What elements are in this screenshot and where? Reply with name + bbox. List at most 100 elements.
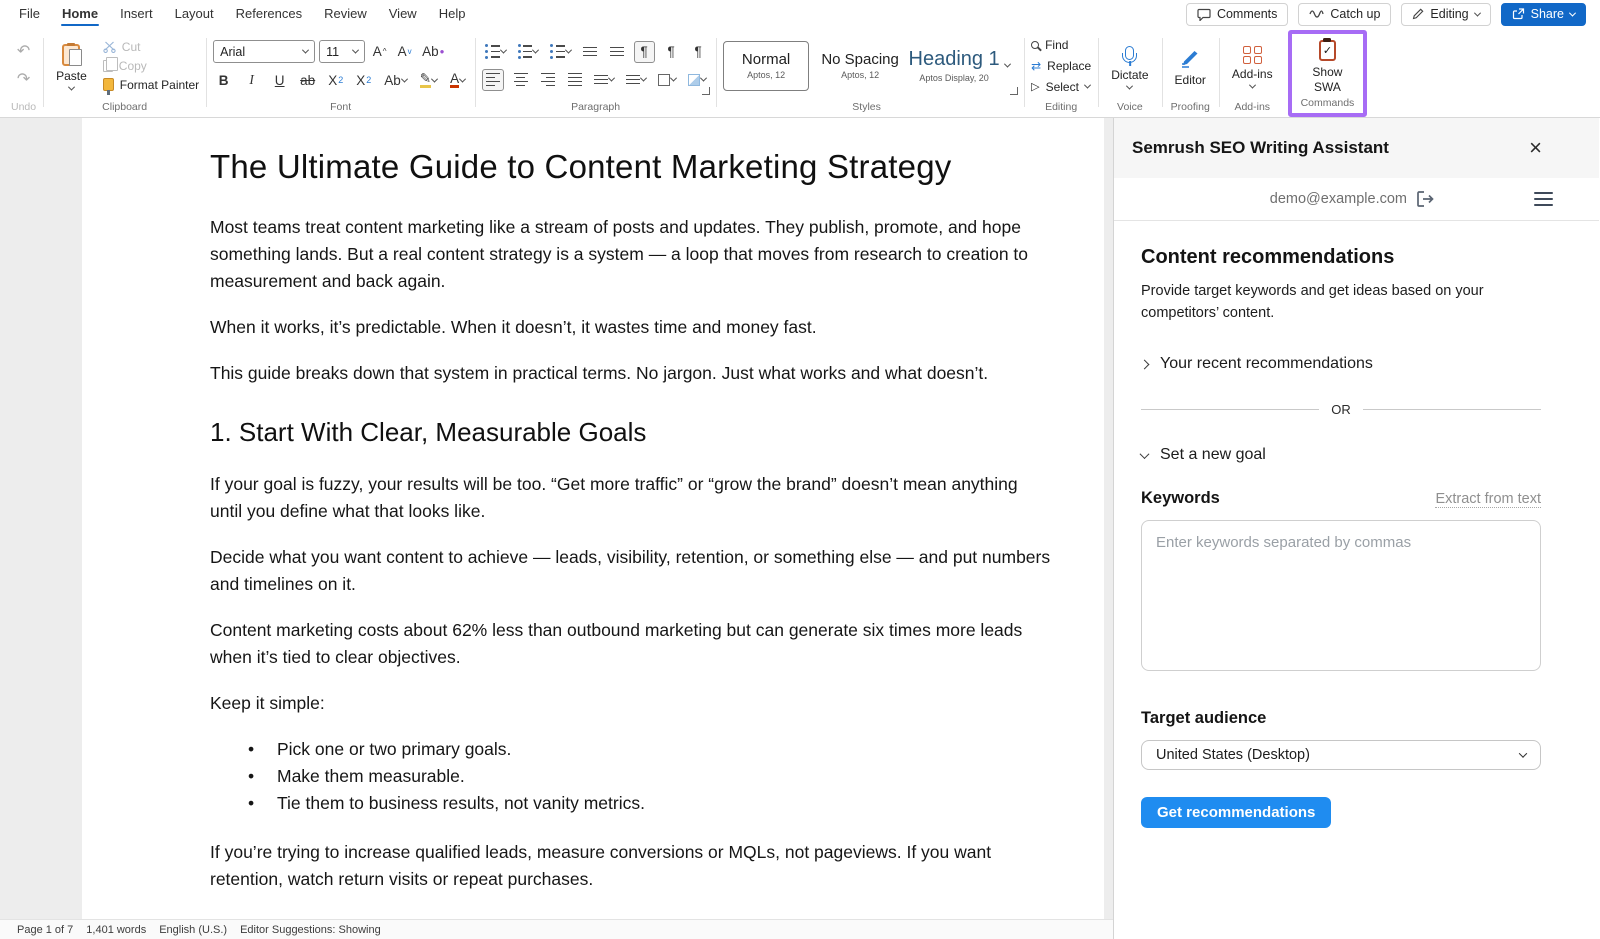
- share-button[interactable]: Share: [1501, 3, 1586, 26]
- styles-dialog-launcher[interactable]: [1010, 87, 1018, 95]
- change-case-button[interactable]: Ab●: [419, 41, 447, 63]
- dictate-button[interactable]: Dictate: [1105, 42, 1154, 90]
- editing-mode-button[interactable]: Editing: [1401, 3, 1490, 26]
- show-swa-button[interactable]: Show SWA: [1306, 36, 1348, 95]
- paragraph-dialog-launcher[interactable]: [702, 87, 710, 95]
- page-indicator[interactable]: Page 1 of 7: [17, 924, 73, 936]
- get-recommendations-button[interactable]: Get recommendations: [1141, 797, 1331, 828]
- tab-view[interactable]: View: [380, 1, 426, 27]
- line-spacing-button[interactable]: [591, 69, 617, 91]
- multilevel-list-button[interactable]: [547, 41, 574, 63]
- editor-suggestions-indicator[interactable]: Editor Suggestions: Showing: [240, 924, 381, 936]
- bold-button[interactable]: B: [213, 69, 234, 91]
- grow-font-button[interactable]: A^: [369, 41, 390, 63]
- ribbon-group-styles: Normal Aptos, 12 No Spacing Aptos, 12 He…: [716, 30, 1024, 117]
- language-indicator[interactable]: English (U.S.): [159, 924, 227, 936]
- paragraph: Decide what you want content to achieve …: [210, 544, 1054, 598]
- recent-recommendations-toggle[interactable]: Your recent recommendations: [1141, 355, 1541, 373]
- style-no-spacing[interactable]: No Spacing Aptos, 12: [817, 41, 903, 91]
- copy-button[interactable]: Copy: [103, 59, 147, 73]
- bullet-list-button[interactable]: [482, 41, 509, 63]
- document-content[interactable]: The Ultimate Guide to Content Marketing …: [82, 118, 1104, 893]
- paragraph: If your goal is fuzzy, your results will…: [210, 471, 1054, 525]
- document-page[interactable]: The Ultimate Guide to Content Marketing …: [82, 118, 1104, 939]
- italic-button[interactable]: I: [241, 69, 262, 91]
- replace-button[interactable]: ⇄ Replace: [1031, 59, 1091, 73]
- paragraph: Most teams treat content marketing like …: [210, 214, 1054, 295]
- set-new-goal-toggle[interactable]: Set a new goal: [1141, 446, 1541, 464]
- voice-group-label: Voice: [1117, 99, 1143, 117]
- show-marks-button[interactable]: ¶: [688, 41, 709, 63]
- decrease-indent-button[interactable]: [580, 41, 601, 63]
- paragraph-indent-button[interactable]: [623, 69, 649, 91]
- paragraph: If you’re trying to increase qualified l…: [210, 839, 1054, 893]
- undo-button[interactable]: ↶: [13, 41, 34, 63]
- tab-review[interactable]: Review: [315, 1, 376, 27]
- menu-icon[interactable]: [1534, 192, 1553, 205]
- target-audience-select[interactable]: United States (Desktop): [1141, 740, 1541, 770]
- wave-icon: [1309, 9, 1324, 19]
- word-count[interactable]: 1,401 words: [86, 924, 146, 936]
- chevron-down-icon: [401, 75, 408, 82]
- align-right-icon: [541, 73, 555, 86]
- format-painter-button[interactable]: Format Painter: [103, 78, 199, 92]
- style-normal[interactable]: Normal Aptos, 12: [723, 41, 809, 91]
- align-left-button[interactable]: [482, 69, 504, 91]
- tab-layout[interactable]: Layout: [166, 1, 223, 27]
- font-size-combo[interactable]: 11: [319, 40, 365, 63]
- redo-button[interactable]: ↷: [13, 69, 34, 91]
- replace-icon: ⇄: [1031, 59, 1041, 73]
- ribbon-tabs: File Home Insert Layout References Revie…: [0, 1, 474, 27]
- ribbon: ↶ ↷ Undo Paste Cut Copy: [0, 28, 1600, 118]
- add-ins-button[interactable]: Add-ins: [1226, 42, 1279, 90]
- scissors-icon: [103, 41, 116, 53]
- extract-from-text-link[interactable]: Extract from text: [1435, 491, 1541, 508]
- bullet-list: Pick one or two primary goals. Make them…: [248, 736, 1054, 817]
- underline-button[interactable]: U: [269, 69, 290, 91]
- select-button[interactable]: ▷ Select: [1031, 80, 1090, 94]
- superscript-button[interactable]: X2: [353, 69, 374, 91]
- highlight-button[interactable]: ✎: [417, 69, 440, 91]
- tab-help[interactable]: Help: [430, 1, 475, 27]
- paragraph-indent-icon: [626, 75, 640, 84]
- align-right-button[interactable]: [537, 69, 558, 91]
- shrink-font-button[interactable]: Av: [394, 41, 415, 63]
- list-item: Make them measurable.: [248, 763, 1054, 790]
- subscript-button[interactable]: X2: [325, 69, 346, 91]
- tab-insert[interactable]: Insert: [111, 1, 162, 27]
- font-family-combo[interactable]: Arial: [213, 40, 315, 63]
- line-spacing-icon: [594, 75, 608, 84]
- chevron-down-icon: [1519, 749, 1527, 757]
- justify-button[interactable]: [564, 69, 585, 91]
- styles-gallery-expand-icon[interactable]: [1004, 61, 1011, 68]
- chevron-down-icon: [1126, 82, 1133, 89]
- tab-file[interactable]: File: [10, 1, 49, 27]
- strikethrough-button[interactable]: ab: [297, 69, 318, 91]
- paste-icon: [62, 44, 80, 66]
- close-icon[interactable]: ×: [1529, 137, 1542, 159]
- font-color-button[interactable]: A: [447, 69, 468, 91]
- paragraph: When it works, it’s predictable. When it…: [210, 314, 1054, 341]
- style-heading-1[interactable]: Heading 1 Aptos Display, 20: [911, 41, 997, 91]
- paste-button[interactable]: Paste: [50, 40, 93, 91]
- keywords-label: Keywords: [1141, 489, 1220, 508]
- editor-button[interactable]: Editor: [1169, 44, 1212, 87]
- align-center-button[interactable]: [510, 69, 531, 91]
- ltr-paragraph-button[interactable]: ¶: [634, 41, 655, 63]
- keywords-input[interactable]: [1141, 520, 1541, 671]
- rtl-paragraph-button[interactable]: ¶: [661, 41, 682, 63]
- tab-references[interactable]: References: [227, 1, 311, 27]
- numbered-list-button[interactable]: [515, 41, 542, 63]
- increase-indent-button[interactable]: [607, 41, 628, 63]
- tab-home[interactable]: Home: [53, 1, 107, 27]
- text-effects-button[interactable]: Ab: [381, 69, 410, 91]
- borders-button[interactable]: [655, 69, 679, 91]
- shading-icon: [688, 74, 700, 86]
- comments-button[interactable]: Comments: [1186, 3, 1288, 26]
- cut-button[interactable]: Cut: [103, 40, 141, 54]
- chevron-down-icon: [532, 47, 539, 54]
- catch-up-button[interactable]: Catch up: [1298, 3, 1391, 26]
- logout-icon[interactable]: [1416, 191, 1434, 207]
- find-button[interactable]: Find: [1031, 38, 1068, 52]
- chevron-down-icon: [459, 75, 466, 82]
